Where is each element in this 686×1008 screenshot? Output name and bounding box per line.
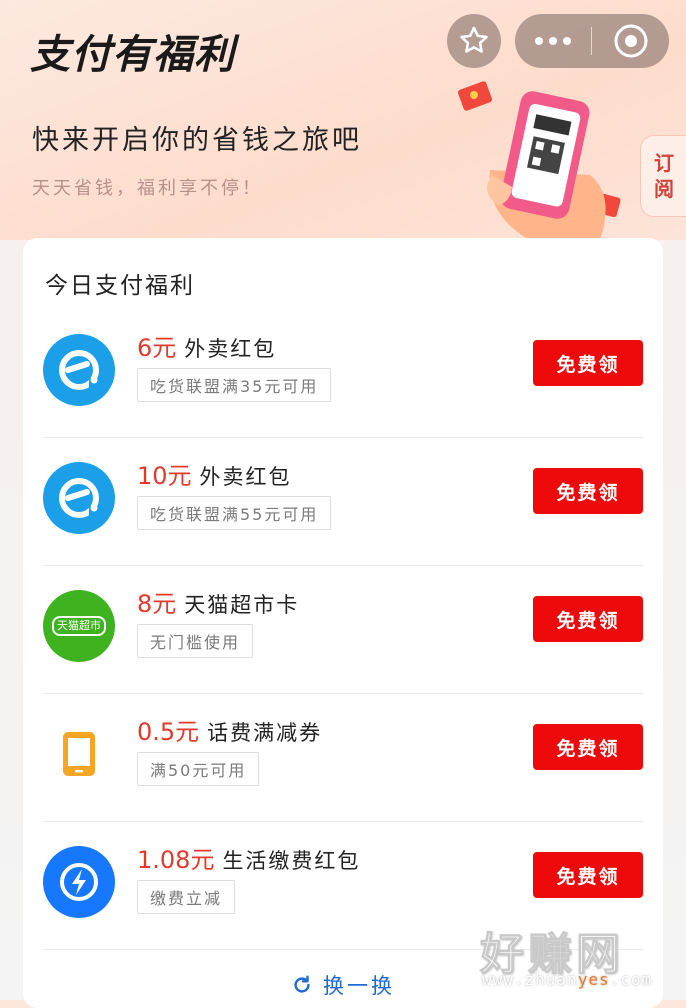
more-icon: [535, 37, 571, 45]
item-amount: 1.08元: [137, 846, 215, 874]
refresh-icon: [294, 975, 310, 993]
banner-subtitle: 快来开启你的省钱之旅吧: [32, 125, 362, 156]
card-title: 今日支付福利: [45, 273, 195, 299]
subscribe-label-1: 订: [654, 151, 674, 175]
eleme-icon: [43, 462, 115, 534]
item-title: 外卖红包: [184, 337, 277, 361]
item-headline: 8元 天猫超市卡: [137, 584, 299, 619]
benefits-card: 今日支付福利 6元 外卖红包 吃货联盟满35元可用 免费领 10元 外卖红包 吃…: [23, 238, 663, 1008]
item-title: 外卖红包: [199, 465, 292, 489]
phone-icon: [43, 718, 115, 790]
item-condition: 满50元可用: [137, 752, 260, 786]
claim-button[interactable]: 免费领: [533, 724, 643, 770]
favorite-button[interactable]: [447, 14, 501, 68]
subscribe-tab[interactable]: 订 阅: [640, 135, 686, 217]
item-title: 话费满减券: [207, 721, 323, 745]
item-amount: 0.5元: [137, 718, 200, 746]
refresh-label: 换一换: [323, 974, 395, 998]
watermark-url: www.zhuanyes.com: [482, 970, 652, 989]
watermark-url-2: yes: [577, 970, 610, 989]
item-headline: 10元 外卖红包: [137, 456, 292, 491]
item-condition: 无门槛使用: [137, 624, 254, 658]
item-condition: 吃货联盟满35元可用: [137, 368, 332, 402]
item-amount: 6元: [137, 334, 177, 362]
item-title: 天猫超市卡: [184, 593, 300, 617]
banner-tagline: 天天省钱，福利享不停！: [32, 178, 263, 199]
item-headline: 1.08元 生活缴费红包: [137, 840, 360, 875]
claim-button[interactable]: 免费领: [533, 468, 643, 514]
tmall-supermarket-icon: 天猫超市: [43, 590, 115, 662]
tmall-icon-text: 天猫超市: [52, 616, 106, 636]
subscribe-label-2: 阅: [654, 177, 674, 201]
eleme-icon: [43, 334, 115, 406]
claim-button[interactable]: 免费领: [533, 340, 643, 386]
close-button[interactable]: [592, 23, 669, 59]
item-title: 生活缴费红包: [222, 849, 361, 873]
phone-payment-illustration: [457, 81, 621, 240]
watermark-url-3: .com: [609, 970, 653, 989]
list-item[interactable]: 6元 外卖红包 吃货联盟满35元可用 免费领: [43, 310, 643, 438]
miniapp-capsule: [515, 14, 669, 68]
page-title: 支付有福利: [30, 32, 235, 78]
item-condition: 缴费立减: [137, 880, 236, 914]
item-amount: 8元: [137, 590, 177, 618]
site-watermark: 好赚网 www.zhuanyes.com: [478, 918, 678, 1000]
lightning-icon: [43, 846, 115, 918]
claim-button[interactable]: 免费领: [533, 596, 643, 642]
item-condition: 吃货联盟满55元可用: [137, 496, 332, 530]
list-item[interactable]: 10元 外卖红包 吃货联盟满55元可用 免费领: [43, 438, 643, 566]
list-item[interactable]: 0.5元 话费满减券 满50元可用 免费领: [43, 694, 643, 822]
item-headline: 0.5元 话费满减券: [137, 712, 322, 747]
item-amount: 10元: [137, 462, 192, 490]
claim-button[interactable]: 免费领: [533, 852, 643, 898]
watermark-url-1: www.zhuan: [482, 970, 578, 989]
close-circle-icon: [614, 24, 647, 58]
star-icon: [460, 26, 488, 53]
list-item[interactable]: 天猫超市 8元 天猫超市卡 无门槛使用 免费领: [43, 566, 643, 694]
item-headline: 6元 外卖红包: [137, 328, 276, 363]
more-button[interactable]: [515, 36, 591, 46]
